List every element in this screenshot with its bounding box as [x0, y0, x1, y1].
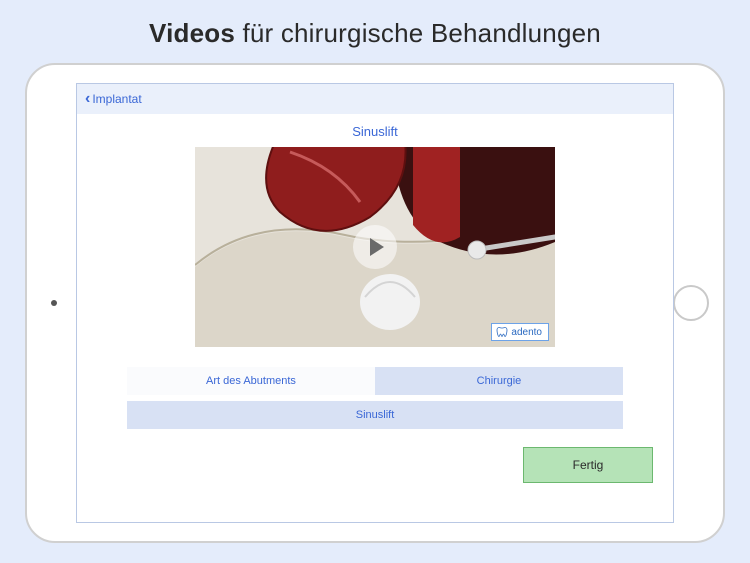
chevron-left-icon: ‹ — [85, 90, 90, 108]
tab-surgery[interactable]: Chirurgie — [375, 367, 623, 395]
tabs-area: Art des Abutments Chirurgie Sinuslift — [77, 347, 673, 435]
video-thumbnail[interactable]: adento — [195, 147, 555, 347]
hero-title-rest: für chirurgische Behandlungen — [235, 18, 601, 48]
app-screen: ‹ Implantat Sinuslift — [76, 83, 674, 523]
home-button[interactable] — [673, 285, 709, 321]
tab-row-1: Art des Abutments Chirurgie — [127, 367, 623, 395]
page-title: Sinuslift — [77, 114, 673, 147]
tab-row-2: Sinuslift — [127, 401, 623, 429]
play-icon[interactable] — [353, 225, 397, 269]
hero-title: Videos für chirurgische Behandlungen — [0, 0, 750, 63]
done-row: Fertig — [77, 435, 673, 483]
done-button[interactable]: Fertig — [523, 447, 653, 483]
back-label: Implantat — [92, 92, 141, 106]
hero-title-bold: Videos — [149, 18, 235, 48]
nav-bar: ‹ Implantat — [77, 84, 673, 114]
brand-badge: adento — [491, 323, 549, 341]
tab-abutment-type[interactable]: Art des Abutments — [127, 367, 375, 395]
brand-name: adento — [511, 327, 542, 338]
tablet-frame: ‹ Implantat Sinuslift — [25, 63, 725, 543]
back-button[interactable]: ‹ Implantat — [85, 90, 142, 108]
tooth-icon — [496, 326, 508, 338]
tab-sinuslift[interactable]: Sinuslift — [127, 401, 623, 429]
camera-dot — [51, 300, 57, 306]
